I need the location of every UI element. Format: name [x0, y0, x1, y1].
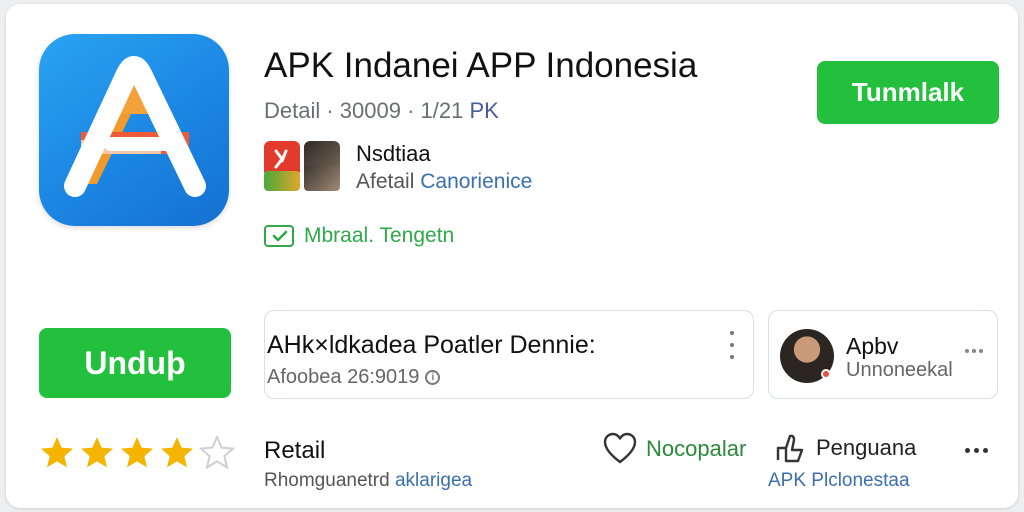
info-card-title: AHk×ldkadea Poatler Dennie: [267, 331, 596, 359]
app-logo-icon [39, 34, 229, 226]
app-detail-text: Detail · 30009 · 1/21 [264, 98, 464, 123]
share-subtitle[interactable]: APK Plclonestaa [768, 470, 910, 492]
user-card[interactable]: Apbv Unnoneekal [768, 310, 998, 399]
verified-label: Mbraal. Tengetn [304, 224, 455, 247]
app-detail-card: APK Indanei APP Indonesia Detail · 30009… [6, 4, 1018, 508]
more-dots-icon[interactable] [965, 448, 988, 453]
developer-avatar-banner [264, 171, 300, 191]
app-detail-line: Detail · 30009 · 1/21 PK [264, 98, 499, 124]
like-label: Nocopalar [646, 436, 747, 461]
like-button[interactable]: Nocopalar [602, 432, 746, 466]
star-filled-icon[interactable] [119, 435, 155, 471]
rating-stars[interactable] [39, 435, 235, 471]
section-title: Retail [264, 437, 326, 464]
star-filled-icon[interactable] [39, 435, 75, 471]
heart-icon [603, 432, 637, 464]
user-status-dot [821, 369, 831, 379]
check-box-icon [264, 225, 294, 247]
section-sub-prefix: Rhomguanetrd [264, 470, 390, 491]
horizontal-dots-icon[interactable] [965, 349, 983, 353]
developer-avatars [264, 141, 342, 193]
developer-subtitle: Afetail Canorienice [356, 170, 532, 194]
verified-badge: Mbraal. Tengetn [264, 224, 454, 248]
app-title: APK Indanei APP Indonesia [264, 46, 698, 85]
developer-sub-prefix: Afetail [356, 170, 415, 193]
section-subtitle: Rhomguanetrd aklarigea [264, 470, 472, 492]
user-name: Apbv [846, 333, 899, 359]
section-sub-link[interactable]: aklarigea [395, 470, 472, 491]
star-filled-icon[interactable] [159, 435, 195, 471]
info-card[interactable]: AHk×ldkadea Poatler Dennie: Afoobea 26:9… [264, 310, 754, 399]
app-store-a-logo [64, 56, 206, 197]
vertical-dots-icon[interactable] [727, 331, 737, 359]
developer-avatar-person [304, 165, 340, 191]
info-icon[interactable]: i [425, 370, 441, 385]
app-detail-suffix: PK [469, 98, 499, 123]
user-subtitle: Unnoneekal [846, 359, 953, 381]
share-icon [776, 434, 804, 463]
info-card-date: Afoobea 26:9019 [267, 366, 420, 388]
star-empty-icon[interactable] [199, 435, 235, 471]
info-card-date-row: Afoobea 26:9019 i [267, 366, 441, 389]
share-label: Penguana [816, 435, 917, 460]
developer-sub-link[interactable]: Canorienice [420, 170, 532, 193]
share-button[interactable]: Penguana [774, 432, 916, 464]
developer-name[interactable]: Nsdtiaa [356, 141, 431, 167]
download-button[interactable]: Unduþ [39, 328, 231, 398]
star-filled-icon[interactable] [79, 435, 115, 471]
install-button[interactable]: Tunmlalk [817, 61, 999, 124]
